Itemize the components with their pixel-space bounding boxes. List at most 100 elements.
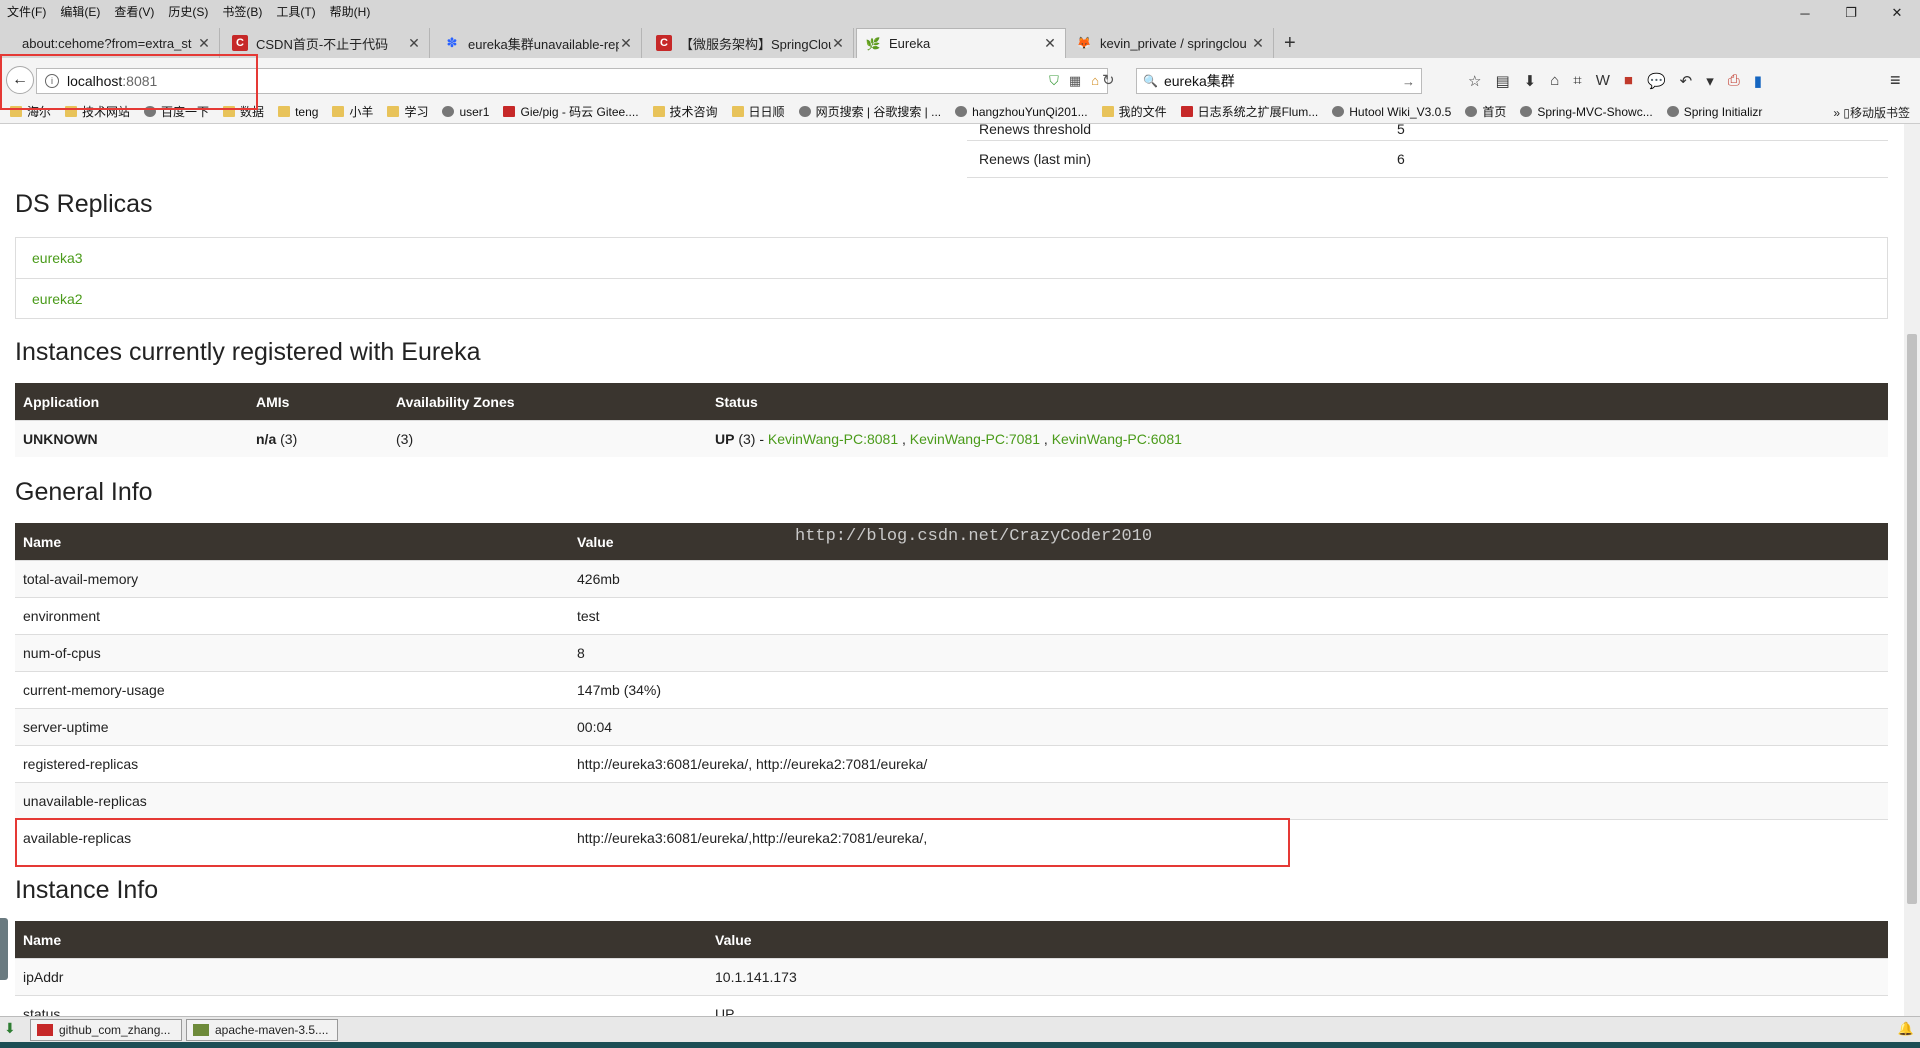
info-value: http://eureka3:6081/eureka/, http://eure… [577, 756, 928, 772]
instances-table-header: Application AMIs Availability Zones Stat… [15, 383, 1888, 420]
replica-link-eureka3[interactable]: eureka3 [32, 250, 83, 266]
csdn-favicon-icon: C [232, 35, 248, 51]
folder-icon [652, 106, 665, 117]
shield-icon[interactable]: ⛉ [1049, 73, 1059, 89]
ipaddr-label: ipAddr [23, 969, 64, 985]
tab-close-icon[interactable]: ✕ [619, 35, 633, 52]
reading-list-icon[interactable]: ▤ [1495, 72, 1509, 90]
bookmark-item[interactable]: 网页搜索 | 谷歌搜索 | ... [798, 103, 941, 120]
tab-close-icon[interactable]: ✕ [1043, 35, 1057, 52]
table-row: registered-replicas http://eureka3:6081/e… [15, 745, 1888, 782]
download-item-maven[interactable]: apache-maven-3.5.... [186, 1019, 338, 1041]
bookmark-item[interactable]: Spring-MVC-Showc... [1520, 105, 1653, 119]
globe-icon [1666, 106, 1679, 117]
download-icon[interactable]: ⬇ [1524, 72, 1537, 90]
tab-close-icon[interactable]: ✕ [197, 35, 211, 52]
table-row: UNKNOWN n/a (3) (3) UP (3) - KevinWang-P… [15, 420, 1888, 457]
extension-icon[interactable]: ■ [1624, 72, 1633, 90]
instance-link-8081[interactable]: KevinWang-PC:8081 [768, 431, 898, 447]
tab-gitlab[interactable]: 🦊 kevin_private / springclou ✕ [1068, 28, 1274, 58]
replica-link-eureka2[interactable]: eureka2 [32, 291, 83, 307]
bookmark-item[interactable]: Hutool Wiki_V3.0.5 [1332, 105, 1451, 119]
amis-value: n/a (3) [248, 421, 297, 457]
page-scrollbar[interactable] [1904, 124, 1920, 1024]
info-value: 426mb [577, 571, 620, 587]
info-value: test [577, 608, 600, 624]
annotation-box-available-replicas [15, 818, 1290, 867]
bookmark-item[interactable]: 学习 [387, 103, 428, 120]
tab-eureka-unavailable[interactable]: ✽ eureka集群unavailable-rep ✕ [436, 28, 642, 58]
tab-eureka[interactable]: 🌿 Eureka ✕ [856, 28, 1066, 58]
undo-icon[interactable]: ↶ [1680, 72, 1693, 90]
menu-file[interactable]: 文件(F) [0, 3, 53, 20]
tab-close-icon[interactable]: ✕ [1251, 35, 1265, 52]
bookmark-star-icon[interactable]: ☆ [1468, 72, 1481, 90]
col-status: Status [715, 393, 758, 410]
instance-link-7081[interactable]: KevinWang-PC:7081 [910, 431, 1040, 447]
bookmark-label: 学习 [404, 105, 429, 119]
tab-close-icon[interactable]: ✕ [407, 35, 421, 52]
bookmark-item[interactable]: user1 [442, 105, 489, 119]
bookmark-label: Spring Initializr [1683, 104, 1763, 119]
bookmark-item[interactable]: 我的文件 [1101, 103, 1167, 120]
instances-heading: Instances currently registered with Eure… [15, 338, 481, 366]
hamburger-menu-icon[interactable]: ≡ [1890, 70, 1901, 91]
qr-code-icon[interactable]: ▦ [1069, 73, 1081, 89]
bookmark-item[interactable]: 小羊 [332, 103, 373, 120]
url-bar-icons: ⛉ ▦ ⌂ [1049, 73, 1099, 89]
col-value: Value [715, 931, 752, 948]
status-value: UP (3) - KevinWang-PC:8081 , KevinWang-P… [707, 421, 1182, 457]
download-item-github[interactable]: github_com_zhang... [30, 1019, 182, 1041]
info-name: unavailable-replicas [23, 793, 147, 809]
col-name: Name [23, 931, 62, 948]
side-panel-grip[interactable] [0, 918, 8, 980]
menu-history[interactable]: 历史(S) [161, 3, 215, 20]
search-input[interactable]: eureka集群 [1164, 71, 1402, 91]
notification-icon[interactable]: 🔔 [1898, 1021, 1914, 1037]
download-arrow-icon[interactable]: ⬇ [4, 1020, 16, 1037]
status-count: (3) - [734, 431, 768, 447]
col-availability-zones: Availability Zones [396, 393, 515, 410]
pdf-icon[interactable]: ⎙ [1728, 72, 1740, 90]
bookmark-item[interactable]: 日日顺 [731, 103, 785, 120]
info-name: registered-replicas [23, 756, 139, 772]
menu-edit[interactable]: 编辑(E) [53, 3, 107, 20]
info-name: total-avail-memory [23, 571, 139, 587]
new-tab-plus-icon[interactable]: + [1284, 32, 1296, 55]
bookmark-item[interactable]: 首页 [1465, 103, 1506, 120]
menu-tools[interactable]: 工具(T) [269, 3, 322, 20]
search-bar[interactable]: 🔍 eureka集群 → [1136, 68, 1422, 94]
bookmark-item[interactable]: Gie/pig - 码云 Gitee.... [503, 103, 639, 120]
page-content: Renews threshold 5 Renews (last min) 6 D… [0, 124, 1904, 1024]
chart-extension-icon[interactable]: ▮ [1754, 72, 1762, 90]
instance-link-6081[interactable]: KevinWang-PC:6081 [1052, 431, 1182, 447]
search-go-arrow-icon[interactable]: → [1402, 74, 1415, 89]
dropdown-arrow-icon[interactable]: ▾ [1706, 72, 1714, 90]
tab-springcloud[interactable]: C 【微服务架构】SpringClou ✕ [648, 28, 854, 58]
bookmark-item[interactable]: Spring Initializr [1666, 104, 1763, 119]
home-icon[interactable]: ⌂ [1091, 73, 1099, 89]
w-extension-icon[interactable]: W [1596, 72, 1610, 90]
table-row: server-uptime 00:04 [15, 708, 1888, 745]
bookmarks-more[interactable]: » ▯移动版书签 [1833, 104, 1910, 121]
amis-na: n/a [256, 431, 277, 447]
annotation-box-url [0, 54, 258, 110]
csdn-icon [1180, 106, 1193, 117]
bookmark-item[interactable]: 技术咨询 [652, 103, 718, 120]
home-button-icon[interactable]: ⌂ [1550, 72, 1559, 90]
scrollbar-thumb[interactable] [1907, 334, 1917, 904]
screenshot-crop-icon[interactable]: ⌗ [1573, 72, 1581, 90]
chat-icon[interactable]: 💬 [1647, 72, 1666, 90]
menu-help[interactable]: 帮助(H) [323, 3, 378, 20]
bookmark-label: Hutool Wiki_V3.0.5 [1349, 104, 1452, 119]
instance-info-heading: Instance Info [15, 876, 159, 904]
ds-replicas-heading: DS Replicas [15, 190, 153, 218]
bookmark-item[interactable]: 日志系统之扩展Flum... [1180, 103, 1318, 120]
reload-icon[interactable]: ↻ [1102, 71, 1115, 89]
bookmark-item[interactable]: teng [278, 105, 318, 119]
menu-view[interactable]: 查看(V) [107, 3, 161, 20]
link-separator: , [1040, 431, 1052, 447]
bookmark-item[interactable]: hangzhouYunQi201... [955, 105, 1088, 119]
menu-bookmarks[interactable]: 书签(B) [215, 3, 269, 20]
tab-close-icon[interactable]: ✕ [831, 35, 845, 52]
